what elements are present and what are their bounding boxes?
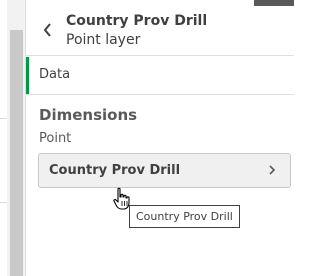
section-accent-bar (26, 57, 29, 94)
chevron-left-icon (43, 23, 51, 37)
dimension-item-label: Country Prov Drill (49, 163, 181, 178)
vertical-scrollbar[interactable] (7, 0, 26, 276)
panel-header: Country Prov Drill Point layer (26, 6, 294, 56)
back-button[interactable] (37, 18, 57, 42)
chevron-right-icon (269, 165, 276, 175)
scrollbar-thumb[interactable] (10, 30, 23, 276)
panel-title: Country Prov Drill (66, 13, 208, 29)
data-section-header[interactable]: Data (26, 57, 294, 95)
canvas-divider (0, 118, 7, 119)
properties-panel: Country Prov Drill Point layer Data Dime… (26, 6, 294, 276)
dimension-item-button[interactable]: Country Prov Drill (38, 153, 291, 188)
panel-subtitle: Point layer (66, 32, 141, 48)
data-section-label: Data (39, 67, 71, 82)
canvas-divider (0, 202, 7, 203)
tooltip: Country Prov Drill (129, 205, 240, 228)
point-label: Point (39, 131, 72, 146)
canvas-edge (0, 0, 7, 276)
dimensions-heading: Dimensions (39, 106, 138, 124)
